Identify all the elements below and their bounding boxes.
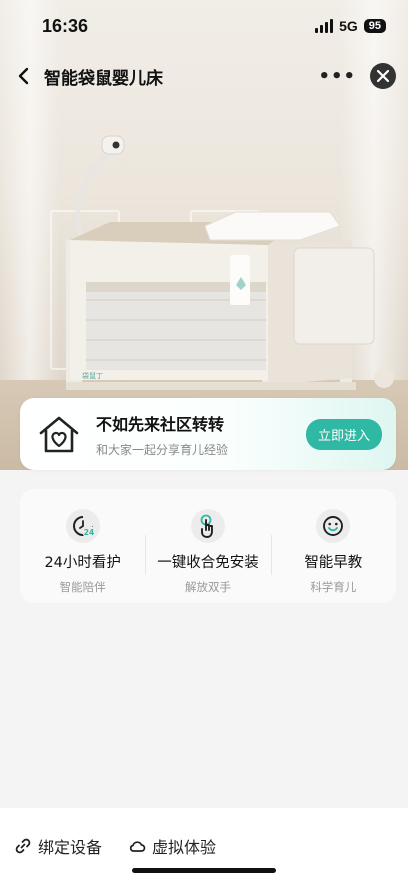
enter-community-button[interactable]: 立即进入: [305, 418, 382, 450]
status-icons: 5G 95: [315, 18, 386, 34]
status-time: 16:36: [42, 15, 89, 36]
community-subtitle: 和大家一起分享育儿经验: [96, 442, 229, 457]
back-button[interactable]: [12, 64, 36, 88]
community-banner[interactable]: 不如先来社区转转 和大家一起分享育儿经验 立即进入: [20, 398, 396, 470]
brand-logo-text: 袋鼠丁: [82, 371, 103, 380]
feature-one-key-fold: 一键收合免安装 解放双手: [145, 489, 270, 603]
community-title: 不如先来社区转转: [96, 414, 225, 434]
community-text: 不如先来社区转转 和大家一起分享育儿经验: [96, 411, 306, 458]
features-card: 24 24小时看护 智能陪伴 一键收合免安装 解放双手 智能早教 科学育儿: [20, 489, 396, 603]
clock-24-icon: 24: [65, 509, 100, 543]
link-icon: [15, 838, 31, 854]
feature-subtitle: 解放双手: [184, 580, 231, 594]
feature-title: 24小时看护: [44, 555, 121, 571]
house-heart-icon: [39, 416, 79, 453]
cloud-icon: [129, 841, 146, 852]
smile-face-icon: [316, 509, 351, 543]
chevron-left-icon: [18, 67, 29, 85]
close-button[interactable]: [370, 63, 396, 89]
nav-bar: 智能袋鼠婴儿床 •••: [0, 56, 408, 96]
feature-title: 一键收合免安装: [157, 555, 259, 571]
virtual-experience-button[interactable]: 虚拟体验: [128, 834, 216, 858]
feature-subtitle: 科学育儿: [310, 580, 357, 594]
page-title: 智能袋鼠婴儿床: [44, 68, 163, 89]
virtual-experience-label: 虚拟体验: [152, 838, 217, 857]
close-icon: [377, 70, 389, 82]
bind-device-label: 绑定设备: [38, 838, 103, 857]
battery-badge: 95: [363, 19, 386, 33]
feature-24h-care: 24 24小时看护 智能陪伴: [20, 489, 145, 603]
signal-icon: [315, 19, 334, 33]
home-indicator: [132, 868, 276, 873]
clock-24-label: 24: [83, 528, 93, 537]
tap-hand-icon: [190, 509, 225, 543]
feature-title: 智能早教: [304, 555, 363, 571]
feature-early-education: 智能早教 科学育儿: [270, 489, 396, 603]
status-bar: 16:36 5G 95: [0, 0, 408, 52]
more-icon[interactable]: •••: [318, 66, 356, 87]
network-label: 5G: [339, 18, 358, 34]
feature-subtitle: 智能陪伴: [59, 580, 106, 594]
bind-device-button[interactable]: 绑定设备: [14, 834, 102, 858]
